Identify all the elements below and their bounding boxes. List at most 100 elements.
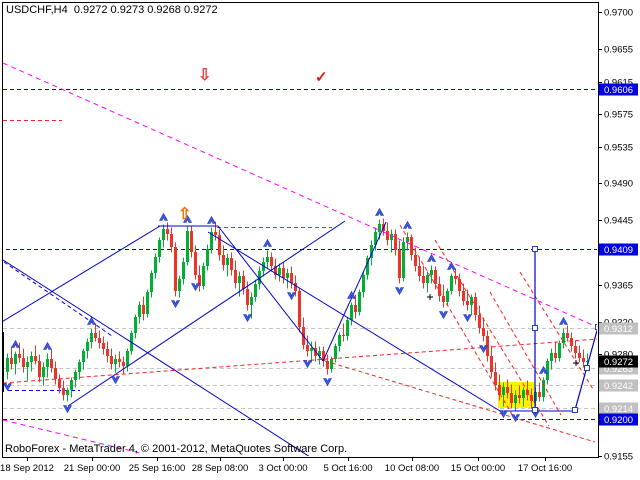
trendline[interactable] bbox=[323, 222, 386, 361]
red-down-arrow-icon[interactable]: ⇩ bbox=[198, 67, 211, 84]
trendline[interactable] bbox=[520, 272, 593, 389]
svg-text:0.9242: 0.9242 bbox=[604, 381, 633, 392]
price-tick-label: 0.9365 bbox=[604, 281, 633, 292]
candle-body bbox=[70, 380, 73, 390]
svg-text:0.9409: 0.9409 bbox=[604, 245, 633, 256]
candle-body bbox=[254, 284, 257, 297]
time-tick-label: 28 Sep 08:00 bbox=[192, 463, 249, 474]
candle-body bbox=[330, 359, 333, 369]
candle-body bbox=[498, 385, 501, 395]
fractal-down-icon bbox=[396, 288, 404, 295]
candle-body bbox=[154, 257, 157, 273]
object-handle[interactable] bbox=[585, 366, 590, 371]
candle-body bbox=[490, 356, 493, 372]
candle-body bbox=[114, 359, 117, 364]
trendline[interactable] bbox=[208, 232, 500, 411]
candle-body bbox=[278, 268, 281, 275]
price-badge-0.9200: 0.9200 bbox=[599, 414, 638, 427]
fractal-down-icon bbox=[192, 284, 200, 291]
candle-body bbox=[110, 356, 113, 364]
fractal-up-icon bbox=[448, 263, 456, 270]
candle-body bbox=[402, 242, 405, 278]
trendline[interactable] bbox=[0, 258, 310, 457]
candle-body bbox=[66, 390, 69, 395]
trendline[interactable] bbox=[0, 226, 160, 323]
fractal-up-icon bbox=[44, 343, 52, 350]
candle-body bbox=[290, 273, 293, 283]
chart-canvas[interactable]: ⇩ ✓ ⇧ 0.97000.96550.96150.95750.95350.94900… bbox=[0, 0, 640, 480]
candle-body bbox=[570, 338, 573, 346]
candle-body bbox=[506, 387, 509, 393]
price-badge-0.9242: 0.9242 bbox=[599, 380, 638, 393]
candle-body bbox=[554, 353, 557, 358]
candle-body bbox=[14, 354, 17, 364]
fractal-down-icon bbox=[512, 415, 520, 422]
candle-body bbox=[206, 249, 209, 266]
candle-body bbox=[514, 395, 517, 403]
time-tick-label: 3 Oct 00:00 bbox=[258, 463, 307, 474]
candle-body bbox=[82, 351, 85, 362]
price-axis[interactable]: 0.97000.96550.96150.95750.95350.94900.94… bbox=[598, 8, 638, 463]
candle-body bbox=[42, 367, 45, 377]
candle-body bbox=[510, 393, 513, 403]
fractal-up-icon bbox=[404, 222, 412, 229]
candle-body bbox=[214, 232, 217, 235]
trendline[interactable] bbox=[325, 361, 595, 442]
candle-body bbox=[166, 229, 169, 234]
candle-body bbox=[454, 276, 457, 279]
object-handle[interactable] bbox=[533, 247, 538, 252]
fractal-down-icon bbox=[112, 377, 120, 384]
candle-body bbox=[434, 270, 437, 284]
candle-body bbox=[250, 297, 253, 305]
candle-body bbox=[346, 320, 349, 336]
object-handle[interactable] bbox=[533, 408, 538, 413]
price-tick-label: 0.9575 bbox=[604, 110, 633, 121]
fractal-down-icon bbox=[304, 361, 312, 368]
fractal-up-icon bbox=[12, 341, 20, 348]
candle-body bbox=[358, 292, 361, 312]
candle-body bbox=[138, 305, 141, 317]
candle-body bbox=[466, 301, 469, 305]
price-tick-label: 0.9700 bbox=[604, 8, 633, 19]
candle-body bbox=[310, 348, 313, 351]
candle-body bbox=[238, 276, 241, 283]
time-tick-label: 21 Sep 00:00 bbox=[64, 463, 121, 474]
candle-body bbox=[54, 368, 57, 379]
svg-text:0.9606: 0.9606 bbox=[604, 85, 633, 96]
candle-body bbox=[74, 372, 77, 380]
object-handle[interactable] bbox=[533, 326, 538, 331]
fractal-up-icon bbox=[160, 214, 168, 221]
svg-text:0.9272: 0.9272 bbox=[604, 357, 633, 368]
fractal-down-icon bbox=[244, 315, 252, 322]
candle-body bbox=[450, 276, 453, 291]
candle-body bbox=[462, 291, 465, 301]
candle-body bbox=[542, 380, 545, 397]
candle-body bbox=[518, 395, 521, 398]
candle-body bbox=[150, 273, 153, 292]
candle-body bbox=[546, 361, 549, 380]
candle-body bbox=[86, 342, 89, 351]
object-handle[interactable] bbox=[573, 408, 578, 413]
trendline[interactable] bbox=[3, 63, 597, 327]
fractal-up-icon bbox=[208, 217, 216, 224]
projection-diagonal-line[interactable] bbox=[573, 325, 601, 413]
candle-body bbox=[574, 346, 577, 353]
fractal-down-icon bbox=[172, 301, 180, 308]
candle-body bbox=[174, 247, 177, 291]
candle-body bbox=[22, 358, 25, 367]
trendline[interactable] bbox=[400, 225, 516, 421]
candle-body bbox=[222, 255, 225, 265]
candle-body bbox=[158, 240, 161, 257]
candle-body bbox=[354, 305, 357, 312]
candle-body bbox=[426, 275, 429, 283]
trendline[interactable] bbox=[68, 221, 345, 406]
candle-body bbox=[182, 262, 185, 279]
candle-body bbox=[234, 270, 237, 283]
fractal-up-icon bbox=[264, 240, 272, 247]
orange-up-arrow-icon[interactable]: ⇧ bbox=[178, 206, 191, 223]
candle-body bbox=[334, 346, 337, 359]
red-check-icon[interactable]: ✓ bbox=[315, 69, 328, 86]
candle-body bbox=[46, 359, 49, 367]
time-axis[interactable]: 18 Sep 201221 Sep 00:0025 Sep 16:0028 Se… bbox=[0, 457, 572, 474]
candle-body bbox=[550, 353, 553, 361]
